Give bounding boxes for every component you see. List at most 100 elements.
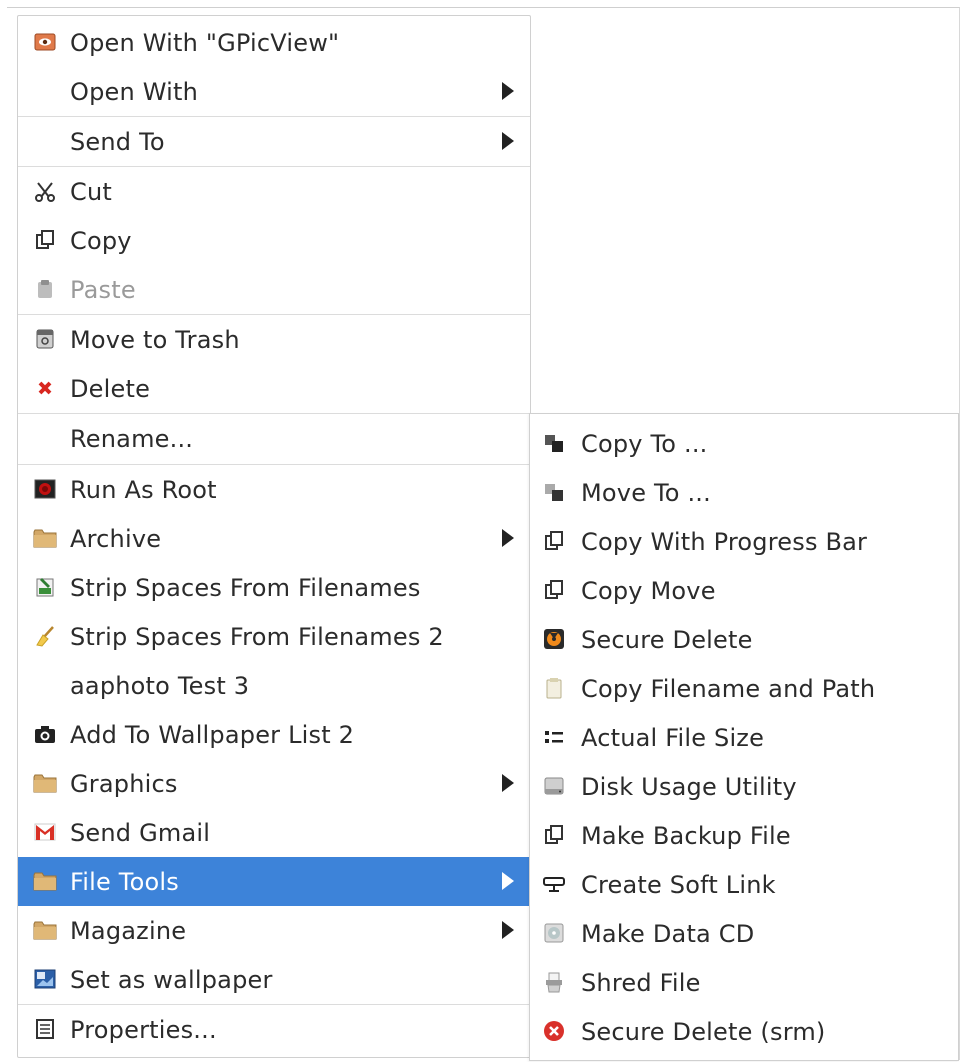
menu-item-paste[interactable]: Paste (18, 265, 530, 314)
list-icon (542, 725, 566, 749)
submenu-item-label: Secure Delete (srm) (581, 1018, 826, 1046)
menu-item-label: Strip Spaces From Filenames 2 (70, 623, 444, 651)
menu-item-label: Copy (70, 227, 132, 255)
camera-icon (33, 722, 57, 746)
file-tools-submenu: Copy To ... Move To ... Copy With Progre… (529, 413, 959, 1061)
menu-item-label: Open With "GPicView" (70, 29, 340, 57)
menu-item-magazine[interactable]: Magazine (18, 906, 530, 955)
submenu-arrow-icon (502, 529, 514, 547)
copy-icon (542, 578, 566, 602)
submenu-arrow-icon (502, 82, 514, 100)
copy-icon (542, 529, 566, 553)
submenu-item-shred-file[interactable]: Shred File (530, 958, 958, 1007)
copy-icon (542, 823, 566, 847)
submenu-arrow-icon (502, 872, 514, 890)
gmail-icon (33, 820, 57, 844)
submenu-arrow-icon (502, 921, 514, 939)
menu-item-send-gmail[interactable]: Send Gmail (18, 808, 530, 857)
menu-item-label: Strip Spaces From Filenames (70, 574, 421, 602)
submenu-item-label: Copy With Progress Bar (581, 528, 868, 556)
move-to-icon (542, 480, 566, 504)
terminal-root-icon (33, 477, 57, 501)
delete-x-icon (33, 376, 57, 400)
menu-item-open-with-gpicview[interactable]: Open With "GPicView" (18, 18, 530, 67)
submenu-arrow-icon (502, 132, 514, 150)
gpicview-icon (33, 30, 57, 54)
trash-icon (33, 327, 57, 351)
menu-item-copy[interactable]: Copy (18, 216, 530, 265)
menu-item-aaphoto-test[interactable]: aaphoto Test 3 (18, 661, 530, 710)
submenu-item-secure-delete-srm[interactable]: Secure Delete (srm) (530, 1007, 958, 1056)
submenu-item-label: Copy Filename and Path (581, 675, 876, 703)
wallpaper-icon (33, 967, 57, 991)
menu-item-delete[interactable]: Delete (18, 364, 530, 413)
submenu-item-create-soft-link[interactable]: Create Soft Link (530, 860, 958, 909)
submenu-item-move-to[interactable]: Move To ... (530, 468, 958, 517)
submenu-item-copy-with-progress[interactable]: Copy With Progress Bar (530, 517, 958, 566)
menu-item-label: Rename... (70, 425, 194, 453)
menu-item-label: Cut (70, 178, 112, 206)
menu-item-properties[interactable]: Properties... (18, 1005, 530, 1054)
menu-item-label: Run As Root (70, 476, 217, 504)
properties-icon (33, 1017, 57, 1041)
broom-icon (33, 624, 57, 648)
menu-item-label: Open With (70, 78, 199, 106)
menu-item-label: Move to Trash (70, 326, 240, 354)
radiation-icon (542, 627, 566, 651)
menu-item-set-as-wallpaper[interactable]: Set as wallpaper (18, 955, 530, 1004)
submenu-item-label: Create Soft Link (581, 871, 776, 899)
submenu-item-label: Disk Usage Utility (581, 773, 797, 801)
submenu-item-disk-usage[interactable]: Disk Usage Utility (530, 762, 958, 811)
hard-disk-icon (542, 774, 566, 798)
menu-item-label: File Tools (70, 868, 179, 896)
clipboard-icon (542, 676, 566, 700)
menu-item-move-to-trash[interactable]: Move to Trash (18, 315, 530, 364)
menu-item-label: Paste (70, 276, 136, 304)
link-icon (542, 872, 566, 896)
submenu-item-actual-file-size[interactable]: Actual File Size (530, 713, 958, 762)
scissors-icon (33, 179, 57, 203)
submenu-item-label: Make Data CD (581, 920, 755, 948)
menu-item-cut[interactable]: Cut (18, 167, 530, 216)
submenu-item-label: Copy To ... (581, 430, 708, 458)
submenu-item-make-backup[interactable]: Make Backup File (530, 811, 958, 860)
submenu-arrow-icon (502, 774, 514, 792)
submenu-item-label: Copy Move (581, 577, 716, 605)
submenu-item-label: Make Backup File (581, 822, 791, 850)
menu-item-label: Archive (70, 525, 162, 553)
menu-item-label: Send To (70, 128, 165, 156)
menu-item-add-to-wallpaper[interactable]: Add To Wallpaper List 2 (18, 710, 530, 759)
menu-item-strip-spaces-2[interactable]: Strip Spaces From Filenames 2 (18, 612, 530, 661)
menu-item-label: aaphoto Test 3 (70, 672, 250, 700)
folder-icon (33, 869, 57, 893)
submenu-item-copy-filename-path[interactable]: Copy Filename and Path (530, 664, 958, 713)
copy-icon (33, 228, 57, 252)
menu-item-strip-spaces[interactable]: Strip Spaces From Filenames (18, 563, 530, 612)
menu-item-rename[interactable]: Rename... (18, 414, 530, 463)
shredder-icon (542, 970, 566, 994)
submenu-item-label: Move To ... (581, 479, 711, 507)
copy-to-icon (542, 431, 566, 455)
menu-item-label: Properties... (70, 1016, 217, 1044)
folder-icon (33, 526, 57, 550)
submenu-item-make-data-cd[interactable]: Make Data CD (530, 909, 958, 958)
submenu-item-copy-move[interactable]: Copy Move (530, 566, 958, 615)
submenu-item-label: Actual File Size (581, 724, 765, 752)
menu-item-label: Send Gmail (70, 819, 211, 847)
submenu-item-copy-to[interactable]: Copy To ... (530, 419, 958, 468)
submenu-item-secure-delete[interactable]: Secure Delete (530, 615, 958, 664)
menu-item-send-to[interactable]: Send To (18, 117, 530, 166)
submenu-item-label: Secure Delete (581, 626, 753, 654)
menu-item-file-tools[interactable]: File Tools (18, 857, 530, 906)
menu-item-label: Add To Wallpaper List 2 (70, 721, 355, 749)
paste-icon (33, 277, 57, 301)
folder-icon (33, 918, 57, 942)
menu-item-graphics[interactable]: Graphics (18, 759, 530, 808)
folder-icon (33, 771, 57, 795)
menu-item-archive[interactable]: Archive (18, 514, 530, 563)
menu-item-label: Magazine (70, 917, 187, 945)
submenu-item-label: Shred File (581, 969, 701, 997)
menu-item-label: Set as wallpaper (70, 966, 273, 994)
menu-item-open-with[interactable]: Open With (18, 67, 530, 116)
menu-item-run-as-root[interactable]: Run As Root (18, 465, 530, 514)
